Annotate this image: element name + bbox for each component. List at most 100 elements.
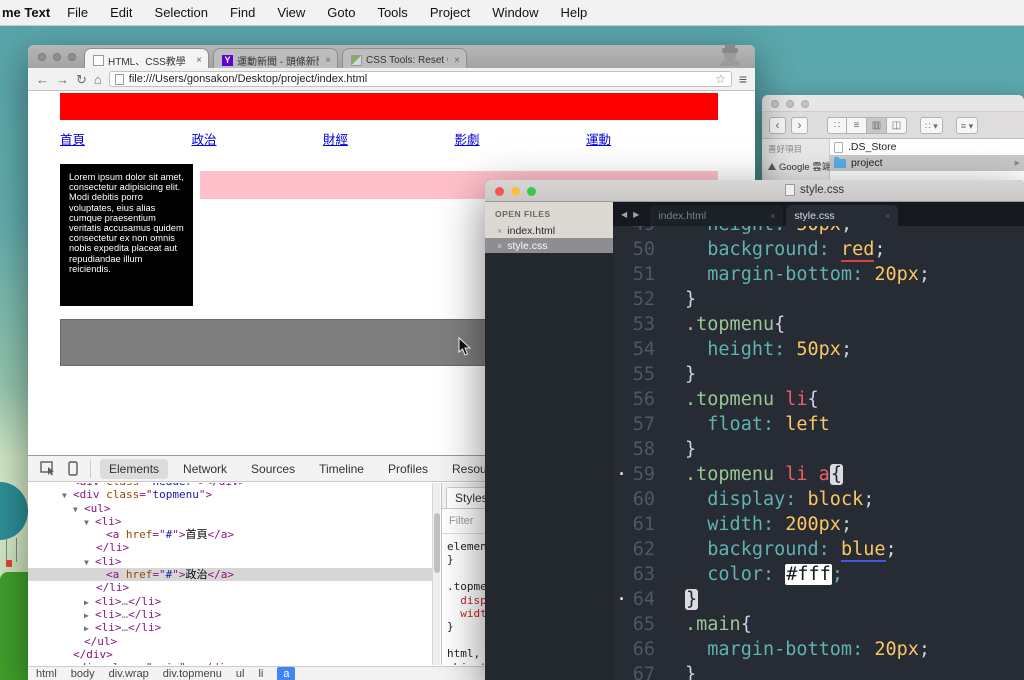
file-close-icon[interactable]: ×: [497, 241, 502, 251]
menubar-item[interactable]: Edit: [99, 5, 143, 20]
bookmark-star-icon[interactable]: ☆: [715, 72, 726, 86]
devtools-tab-sources[interactable]: Sources: [242, 459, 304, 479]
dom-tree-row[interactable]: ▼ <li>: [28, 515, 432, 528]
finder-action-dropdown[interactable]: ≡ ▾: [955, 116, 979, 134]
dom-tree-row[interactable]: ▼ <div class="topmenu">: [28, 488, 432, 501]
devtools-tab-elements[interactable]: Elements: [100, 458, 169, 479]
url-bar[interactable]: file:///Users/gonsakon/Desktop/project/i…: [108, 71, 732, 87]
finder-file-row[interactable]: project ▶: [830, 155, 1024, 171]
dom-tree-row[interactable]: ▶ <li>…</li>: [28, 608, 432, 621]
view-list-icon[interactable]: ≡: [847, 116, 867, 134]
menubar-item[interactable]: View: [266, 5, 316, 20]
dom-tree-row[interactable]: <a href="#">政治</a>: [28, 568, 432, 582]
sidebar-item-google-drive[interactable]: Google 雲端硬碟: [768, 159, 850, 173]
breadcrumb-item[interactable]: ul: [236, 668, 245, 680]
tree-expanded-icon[interactable]: ▼: [73, 503, 84, 516]
breadcrumb-item[interactable]: div.wrap: [109, 668, 149, 680]
dom-tree-row[interactable]: </li>: [28, 581, 432, 594]
devtools-scrollbar[interactable]: [432, 483, 440, 665]
minimize-icon[interactable]: [53, 53, 61, 61]
code-line[interactable]: 56 .topmenu li{: [613, 387, 1024, 412]
menubar-item[interactable]: Help: [550, 5, 599, 20]
tree-expanded-icon[interactable]: ▼: [84, 556, 95, 569]
menubar-item[interactable]: Selection: [144, 5, 219, 20]
tab-prev-icon[interactable]: ◀: [621, 210, 633, 219]
devtools-tab-network[interactable]: Network: [174, 459, 236, 479]
breadcrumb-item[interactable]: div.topmenu: [163, 668, 222, 680]
tab-next-icon[interactable]: ▶: [633, 210, 645, 219]
page-nav-link[interactable]: 政治: [192, 129, 324, 148]
home-icon[interactable]: ⌂: [94, 73, 102, 86]
back-icon[interactable]: ←: [36, 73, 49, 86]
code-line[interactable]: 66 margin-bottom: 20px;: [613, 637, 1024, 662]
chrome-traffic-lights[interactable]: [38, 53, 76, 61]
tab-close-icon[interactable]: ×: [323, 55, 331, 66]
dom-tree-row[interactable]: ▶ <li>…</li>: [28, 595, 432, 608]
code-line[interactable]: 53 .topmenu{: [613, 312, 1024, 337]
forward-icon[interactable]: →: [56, 73, 69, 86]
code-line[interactable]: 52}: [613, 287, 1024, 312]
view-coverflow-icon[interactable]: ◫: [887, 116, 907, 134]
open-file-item[interactable]: × index.html: [485, 223, 613, 238]
code-line[interactable]: 49 height: 50px;: [613, 226, 1024, 237]
file-close-icon[interactable]: ×: [497, 226, 502, 236]
breadcrumb-item[interactable]: a: [277, 667, 296, 680]
finder-file-row[interactable]: .DS_Store: [830, 139, 1024, 155]
sublime-titlebar[interactable]: style.css: [485, 180, 1024, 202]
menubar-item[interactable]: Goto: [316, 5, 366, 20]
dom-tree-row[interactable]: ▼ <li>: [28, 555, 432, 568]
menubar-item[interactable]: Find: [219, 5, 266, 20]
tree-expanded-icon[interactable]: ▼: [62, 489, 73, 502]
page-nav-link[interactable]: 財經: [323, 129, 455, 148]
menubar-item[interactable]: Tools: [366, 5, 418, 20]
finder-arrange-dropdown[interactable]: ∷ ▾: [920, 116, 943, 134]
browser-tab[interactable]: Y 運動新聞 - 頭條新聞 - Yaho ×: [213, 48, 338, 68]
code-line[interactable]: 67}: [613, 662, 1024, 680]
tree-collapsed-icon[interactable]: ▶: [84, 622, 95, 635]
sublime-traffic-lights[interactable]: [495, 187, 536, 196]
page-nav-link[interactable]: 影劇: [455, 129, 587, 148]
dom-tree-row[interactable]: </div>: [28, 648, 432, 661]
close-icon[interactable]: [495, 187, 504, 196]
menubar-item[interactable]: Project: [419, 5, 481, 20]
breadcrumb-item[interactable]: li: [258, 668, 263, 680]
page-nav-link[interactable]: 首頁: [60, 129, 192, 148]
editor-tab[interactable]: index.html ×: [650, 205, 784, 226]
editor-tab[interactable]: style.css ×: [786, 205, 899, 226]
chrome-menu-icon[interactable]: ≡: [739, 71, 747, 87]
code-line[interactable]: 57 float: left: [613, 412, 1024, 437]
browser-tab[interactable]: CSS Tools: Reset CSS ×: [342, 48, 467, 68]
menubar-item[interactable]: Window: [481, 5, 549, 20]
code-line[interactable]: 60 display: block;: [613, 487, 1024, 512]
zoom-icon[interactable]: [527, 187, 536, 196]
dom-tree-row[interactable]: </ul>: [28, 635, 432, 648]
tree-collapsed-icon[interactable]: ▶: [62, 662, 73, 665]
finder-back-button[interactable]: ‹: [769, 116, 786, 134]
code-line[interactable]: · 64}: [613, 587, 1024, 612]
tab-close-icon[interactable]: ×: [770, 211, 775, 221]
tree-collapsed-icon[interactable]: ▶: [84, 609, 95, 622]
code-line[interactable]: 54 height: 50px;: [613, 337, 1024, 362]
close-icon[interactable]: [771, 100, 779, 108]
url-text[interactable]: file:///Users/gonsakon/Desktop/project/i…: [129, 73, 710, 85]
code-line[interactable]: 65 .main{: [613, 612, 1024, 637]
finder-traffic-lights[interactable]: [771, 100, 809, 108]
finder-titlebar[interactable]: [762, 95, 1024, 112]
zoom-icon[interactable]: [68, 53, 76, 61]
code-line[interactable]: 63 color: #fff;: [613, 562, 1024, 587]
dom-tree-row[interactable]: ▶<div class="main">…</div>: [28, 661, 432, 665]
dom-tree-row[interactable]: ▶ <li>…</li>: [28, 621, 432, 634]
code-line[interactable]: 61 width: 200px;: [613, 512, 1024, 537]
devtools-tab-timeline[interactable]: Timeline: [310, 459, 373, 479]
page-nav-link[interactable]: 運動: [586, 129, 718, 148]
menubar-app-name[interactable]: me Text: [2, 5, 50, 20]
menubar-item[interactable]: File: [56, 5, 99, 20]
inspect-element-icon[interactable]: [40, 461, 56, 476]
code-line[interactable]: 51 margin-bottom: 20px;: [613, 262, 1024, 287]
browser-tab[interactable]: HTML、CSS教學 ×: [84, 48, 209, 68]
code-line[interactable]: 62 background: blue;: [613, 537, 1024, 562]
dom-tree-row[interactable]: <a href="#">首頁</a>: [28, 528, 432, 541]
code-line[interactable]: · 59 .topmenu li a{: [613, 462, 1024, 487]
code-line[interactable]: 50 background: red;: [613, 237, 1024, 262]
tab-close-icon[interactable]: ×: [885, 211, 890, 221]
